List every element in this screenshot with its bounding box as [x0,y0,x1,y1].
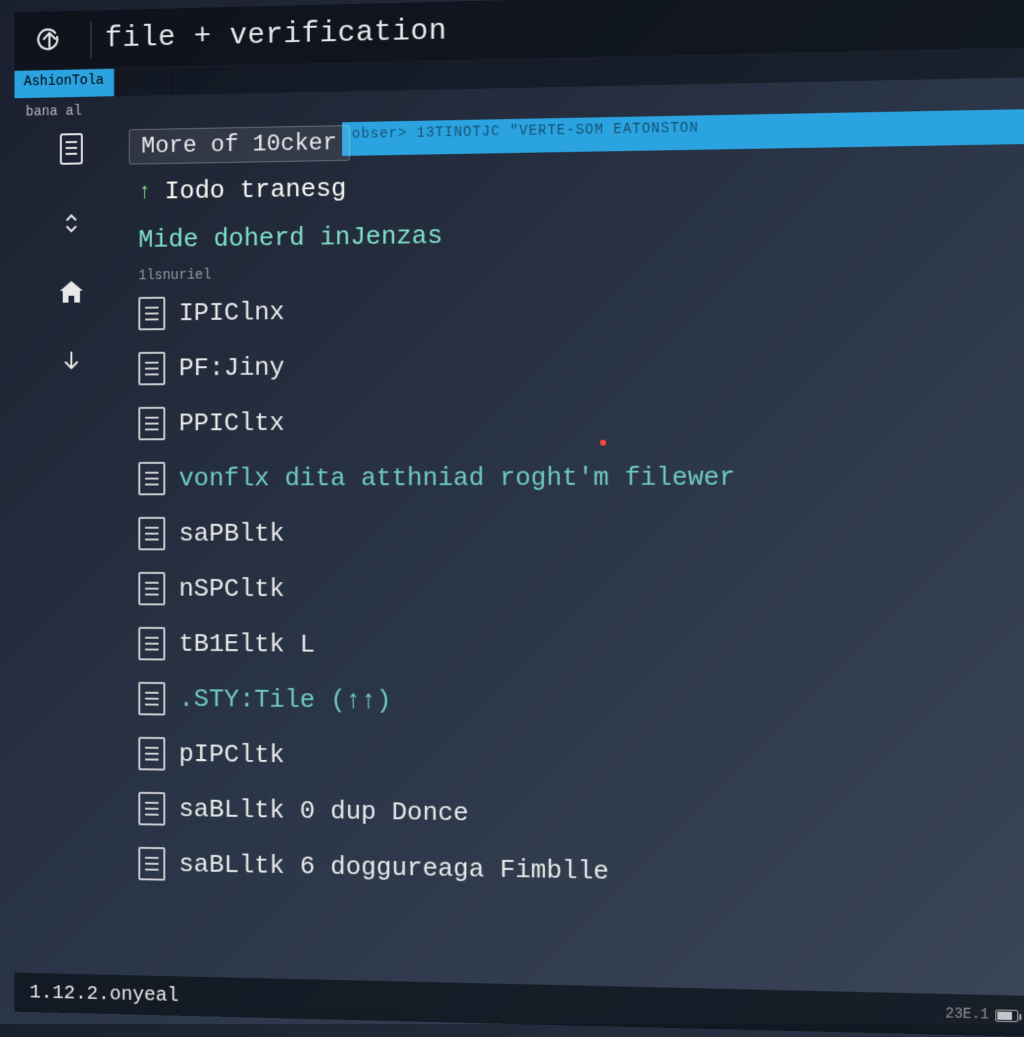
title-text: file + verification [105,14,447,56]
document-icon[interactable] [55,132,87,166]
file-icon [138,407,165,441]
file-icon [138,297,165,331]
tab-empty[interactable] [114,67,172,96]
collapse-icon[interactable] [55,206,87,240]
subrow-left-label: bana al [26,104,82,121]
status-right-text: 23E.1 [945,1006,989,1023]
file-label: PF:Jiny [179,353,285,383]
home-icon[interactable] [55,275,87,309]
upload-icon[interactable] [31,21,67,59]
content-column: More of 10cker ↑ Iodo tranesg Mide doher… [129,108,1024,996]
file-list: IPIClnx PF:Jiny PPICltx vonflx dita atthnia… [129,276,1024,908]
status-left: 1.12.2.onyeal [29,981,178,1007]
file-row[interactable]: PF:Jiny [129,334,1024,397]
file-icon [138,572,165,606]
file-icon [138,847,165,881]
sidebar [14,125,128,975]
file-label: tB1Eltk L [179,629,315,660]
down-arrow-icon[interactable] [55,344,87,378]
file-icon [138,737,165,771]
file-icon [138,682,165,716]
file-icon [138,792,165,826]
cursor-dot [600,440,606,446]
file-row[interactable]: nSPCltk [129,561,1024,621]
file-label: PPICltx [179,408,285,438]
file-icon [138,627,165,661]
section-header-text: Mide doherd inJenzas [138,221,442,255]
file-icon [138,517,165,550]
file-row[interactable]: .STY:Tile (↑↑) [129,671,1024,736]
file-row[interactable]: vonflx dita atthniad roght'm filewer [129,448,1024,506]
file-icon [138,352,165,386]
file-label: saPBltk [179,519,285,549]
file-label: nSPCltk [179,574,285,604]
up-arrow-icon: ↑ [138,179,151,204]
file-label: .STY:Tile (↑↑) [179,684,392,716]
todo-text: Iodo tranesg [165,174,347,207]
titlebar-divider [90,21,91,58]
file-row[interactable]: IPIClnx [129,276,1024,341]
file-icon [138,462,165,495]
file-label: vonflx dita atthniad roght'm filewer [179,462,735,493]
section-header-sub: 1lsnuriel [138,268,211,285]
file-label: IPIClnx [179,297,285,328]
status-right: 23E.1 [945,1006,1018,1024]
main-area: More of 10cker ↑ Iodo tranesg Mide doher… [14,108,1024,996]
battery-icon [995,1009,1018,1022]
file-row[interactable]: PPICltx [129,391,1024,451]
file-row[interactable]: saPBltk [129,506,1024,563]
header-chip[interactable]: More of 10cker [129,125,350,165]
file-row[interactable]: tB1Eltk L [129,616,1024,678]
file-label: saBLltk 6 doggureaga Fimblle [179,849,609,886]
tab-active[interactable]: AshionTola [14,69,114,99]
section-header: Mide doherd inJenzas 1lsnuriel [129,206,1024,286]
file-label: saBLltk 0 dup Donce [179,794,469,828]
file-label: pIPCltk [179,739,285,770]
